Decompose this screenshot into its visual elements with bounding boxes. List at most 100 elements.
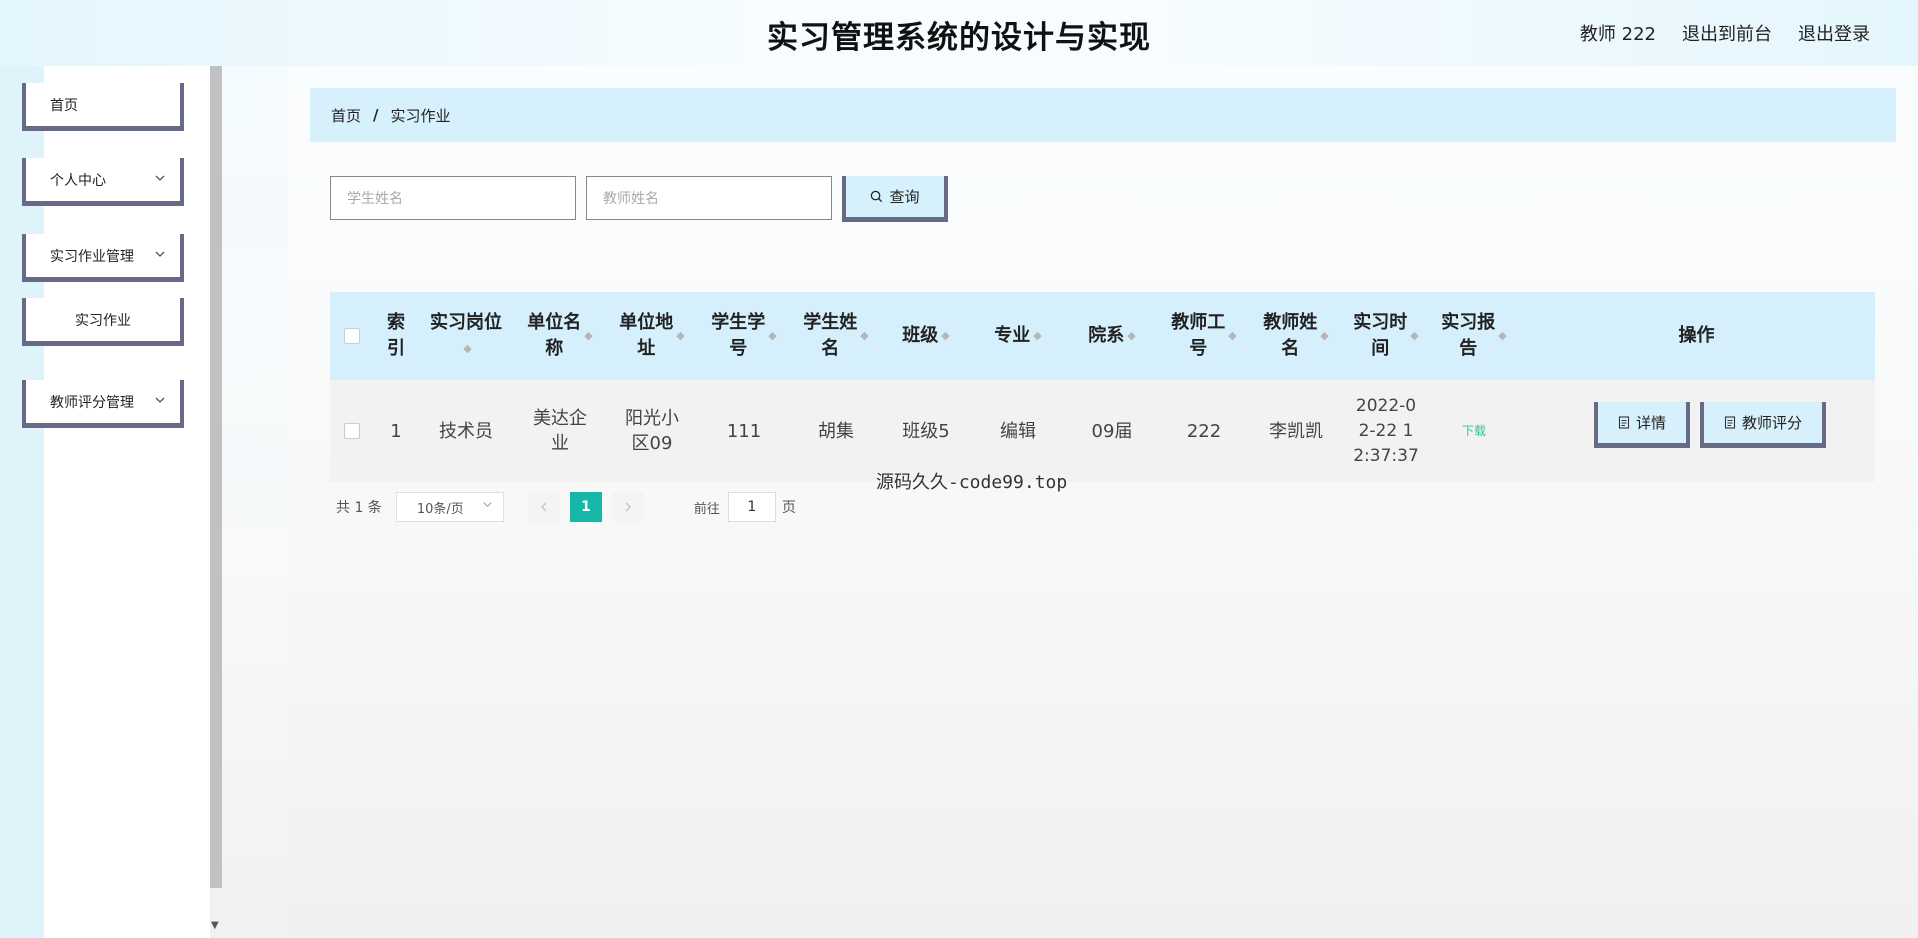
student-name-input[interactable]: 学生姓名 [330, 176, 576, 220]
checkbox[interactable] [344, 423, 360, 439]
chevron-down-icon [482, 499, 493, 513]
table-row: 1 技术员 美达企 业 阳光小 区09 111 胡集 班级5 编辑 09届 22… [330, 380, 1875, 482]
prev-page-button[interactable] [527, 492, 560, 522]
cell-report: 下载 [1430, 380, 1518, 482]
sort-icon[interactable]: ◆ [1228, 323, 1236, 349]
goto-page-input[interactable]: 1 [727, 492, 776, 522]
header-label: 单位地 址 [619, 312, 674, 359]
breadcrumb-home[interactable]: 首页 [331, 105, 361, 126]
sort-icon[interactable]: ◆ [1498, 323, 1506, 349]
chevron-right-icon [623, 502, 633, 512]
chevron-down-icon [154, 394, 166, 409]
header-label: 学生姓 名 [803, 312, 858, 359]
sidebar-item-label: 个人中心 [50, 172, 106, 189]
sidebar-scrollbar-thumb[interactable] [210, 66, 222, 888]
sidebar-item-home[interactable]: 首页 [22, 83, 184, 131]
breadcrumb-separator: / [373, 106, 379, 124]
page-size-value: 10条/页 [416, 501, 464, 517]
header-address[interactable]: 单位地 址 ◆ [606, 292, 698, 380]
header-company[interactable]: 单位名 称 ◆ [514, 292, 606, 380]
sort-icon[interactable]: ◆ [768, 323, 776, 349]
detail-button[interactable]: 详情 [1594, 402, 1690, 448]
header-label: 专业 [994, 325, 1031, 346]
sort-icon[interactable]: ◆ [1127, 323, 1135, 349]
watermark-text: 源码久久-code99.top [876, 472, 1068, 493]
next-page-button[interactable] [611, 492, 644, 522]
cell-teacher-name: 李凯凯 [1269, 420, 1323, 442]
header-time[interactable]: 实习时 间 ◆ [1342, 292, 1430, 380]
header-teacher-id[interactable]: 教师工 号 ◆ [1158, 292, 1250, 380]
sort-icon[interactable]: ◆ [860, 323, 868, 349]
table-header: 索 引 实习岗位 ◆ 单位名 称 ◆ 单位地 址 ◆ 学生学 号 ◆ 学生姓 名 ◆ 班级… [330, 292, 1875, 380]
breadcrumb: 首页 / 实习作业 [310, 88, 1896, 142]
header: 实习管理系统的设计与实现 教师 222 退出到前台 退出登录 [0, 0, 1918, 66]
cell-index: 1 [390, 420, 402, 442]
sidebar-item-internship-assignment[interactable]: 实习作业 [22, 298, 184, 346]
select-all-checkbox[interactable] [330, 292, 374, 380]
top-right-nav: 教师 222 退出到前台 退出登录 [1580, 20, 1870, 46]
search-button-label: 查询 [889, 188, 920, 206]
header-department[interactable]: 院系 ◆ [1066, 292, 1158, 380]
cell-position: 技术员 [439, 420, 493, 442]
exit-to-front-link[interactable]: 退出到前台 [1682, 20, 1772, 46]
checkbox[interactable] [344, 328, 360, 344]
sort-icon[interactable]: ◆ [1033, 323, 1041, 349]
header-label: 院系 [1088, 325, 1125, 346]
chevron-left-icon [539, 502, 549, 512]
sidebar-item-label: 首页 [50, 97, 78, 114]
sort-icon[interactable]: ◆ [584, 323, 592, 349]
cell-department: 09届 [1091, 420, 1133, 442]
cell-address: 阳光小 区09 [625, 408, 679, 454]
cell-major: 编辑 [1000, 420, 1036, 442]
user-label: 教师 222 [1579, 24, 1656, 45]
scroll-down-arrow-icon[interactable]: ▼ [211, 920, 219, 931]
header-label: 实习岗位 [430, 312, 502, 333]
goto-page-value: 1 [747, 499, 757, 515]
document-icon [1618, 416, 1630, 429]
search-button[interactable]: 查询 [842, 176, 948, 222]
sort-icon[interactable]: ◆ [941, 323, 949, 349]
cell-teacher-id: 222 [1186, 420, 1222, 442]
header-class[interactable]: 班级 ◆ [882, 292, 970, 380]
sidebar-item-teacher-score-management[interactable]: 教师评分管理 [22, 380, 184, 428]
header-label: 班级 [902, 325, 939, 346]
sidebar-item-label: 实习作业管理 [50, 248, 134, 265]
row-checkbox-cell[interactable] [330, 380, 374, 482]
teacher-score-button-label: 教师评分 [1741, 414, 1802, 432]
header-label: 实习时 间 [1353, 312, 1408, 359]
sidebar-item-label: 教师评分管理 [50, 394, 134, 411]
header-major[interactable]: 专业 ◆ [970, 292, 1066, 380]
header-student-name[interactable]: 学生姓 名 ◆ [790, 292, 882, 380]
page-size-select[interactable]: 10条/页 [395, 492, 504, 522]
header-position[interactable]: 实习岗位 ◆ [418, 292, 514, 380]
header-actions: 操作 [1678, 325, 1715, 346]
sidebar-item-personal-center[interactable]: 个人中心 [22, 158, 184, 206]
goto-label: 前往 [693, 501, 720, 517]
logout-link[interactable]: 退出登录 [1798, 20, 1870, 46]
sort-icon[interactable]: ◆ [676, 323, 684, 349]
header-report[interactable]: 实习报 告 ◆ [1430, 292, 1518, 380]
download-link[interactable]: 下载 [1462, 419, 1486, 444]
cell-time: 2022-0 2-22 1 2:37:37 [1353, 395, 1419, 466]
sort-icon[interactable]: ◆ [463, 336, 471, 362]
sort-icon[interactable]: ◆ [1320, 323, 1328, 349]
cell-class: 班级5 [902, 420, 950, 442]
page-button-current[interactable]: 1 [569, 492, 602, 522]
teacher-name-placeholder: 教师姓名 [603, 191, 659, 207]
header-teacher-name[interactable]: 教师姓 名 ◆ [1250, 292, 1342, 380]
teacher-name-input[interactable]: 教师姓名 [586, 176, 832, 220]
sidebar-item-internship-assignment-management[interactable]: 实习作业管理 [22, 234, 184, 282]
cell-student-name: 胡集 [818, 420, 854, 442]
teacher-score-button[interactable]: 教师评分 [1700, 402, 1826, 448]
student-name-placeholder: 学生姓名 [347, 191, 403, 207]
header-student-id[interactable]: 学生学 号 ◆ [698, 292, 790, 380]
header-label: 教师工 号 [1171, 312, 1226, 359]
header-label: 实习报 告 [1441, 312, 1496, 359]
pagination: 共 1 条 10条/页 1 前往 1 页 [336, 492, 796, 522]
page-unit-label: 页 [781, 500, 796, 516]
header-label: 教师姓 名 [1263, 312, 1318, 359]
chevron-down-icon [154, 248, 166, 263]
header-index: 索 引 [387, 312, 405, 359]
detail-button-label: 详情 [1635, 414, 1666, 432]
sort-icon[interactable]: ◆ [1410, 323, 1418, 349]
